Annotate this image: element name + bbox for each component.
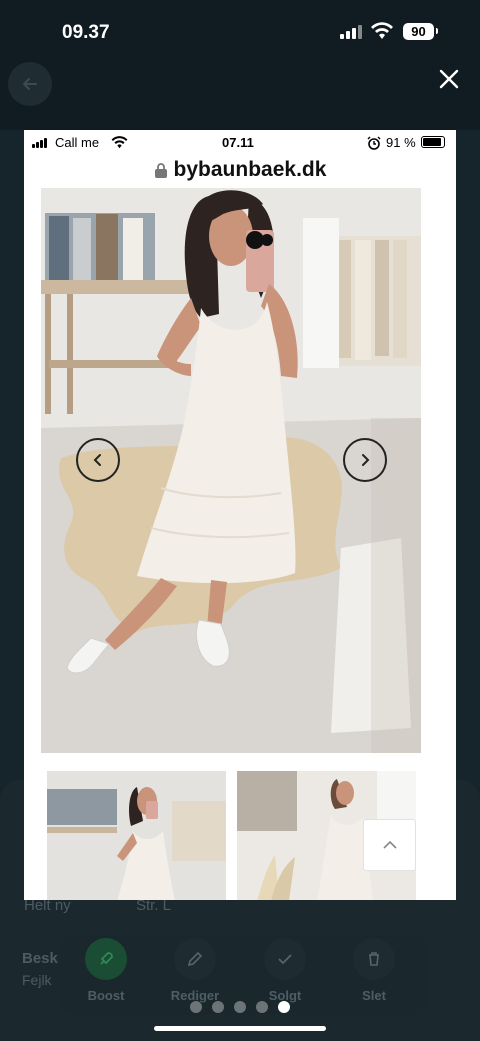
photo-battery-percent: 91 % [386, 135, 416, 150]
chevron-right-icon [362, 454, 370, 466]
battery-indicator: 90 [403, 23, 438, 40]
description-text: Fejlk [22, 972, 52, 988]
check-icon [278, 954, 292, 965]
wifi-icon [371, 22, 393, 39]
status-bar: 09.37 90 [0, 0, 480, 60]
photo-battery-icon [421, 136, 445, 148]
pencil-icon [187, 951, 203, 967]
photo-carrier: Call me [55, 135, 100, 150]
close-icon[interactable] [436, 66, 462, 92]
chevron-up-icon [382, 840, 397, 849]
thumbnail-1[interactable] [47, 771, 226, 900]
delete-label: Slet [362, 988, 386, 1003]
photo-status-bar: Call me 07.11 91 % [24, 130, 456, 156]
sold-button[interactable]: Solgt [245, 938, 325, 1003]
edit-button[interactable]: Rediger [155, 938, 235, 1003]
pager-dot[interactable] [234, 1001, 246, 1013]
boost-button[interactable]: Boost [66, 938, 146, 1003]
photo-url: bybaunbaek.dk [173, 158, 327, 181]
photo-signal-icon [32, 138, 47, 148]
lock-icon [154, 162, 167, 178]
back-button[interactable] [8, 62, 52, 106]
trash-icon [369, 952, 379, 966]
listing-photo: Call me 07.11 91 % bybaunbaek.dk [24, 130, 456, 900]
pager-dot[interactable] [256, 1001, 268, 1013]
description-heading: Besk [22, 950, 58, 967]
cellular-signal-icon [340, 25, 362, 39]
thumbnail-1-image [47, 771, 226, 900]
boost-label: Boost [87, 988, 125, 1003]
home-indicator [154, 1026, 326, 1031]
image-pager [190, 1001, 290, 1013]
photo-url-bar: bybaunbaek.dk [24, 154, 456, 186]
rocket-icon [100, 952, 113, 965]
scroll-to-top-button[interactable] [363, 819, 416, 871]
chevron-left-icon [93, 454, 101, 466]
photo-wifi-icon [111, 136, 128, 149]
previous-image-button[interactable] [76, 438, 120, 482]
arrow-left-icon [22, 78, 37, 90]
alarm-icon [367, 136, 381, 150]
delete-button[interactable]: Slet [334, 938, 414, 1003]
pager-dot-active[interactable] [278, 1001, 290, 1013]
photo-time: 07.11 [222, 135, 254, 150]
status-time: 09.37 [62, 22, 110, 43]
pager-dot[interactable] [212, 1001, 224, 1013]
next-image-button[interactable] [343, 438, 387, 482]
pager-dot[interactable] [190, 1001, 202, 1013]
